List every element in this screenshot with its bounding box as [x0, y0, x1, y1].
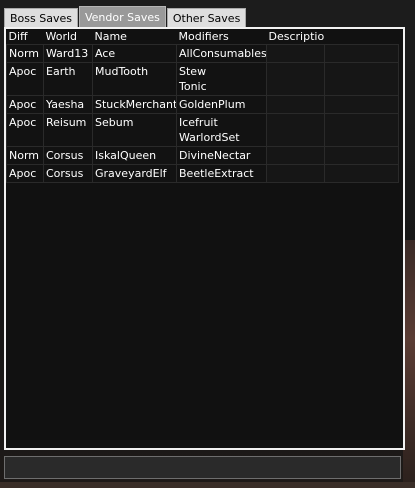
cell-filler [324, 164, 399, 183]
tab-boss-saves[interactable]: Boss Saves [4, 8, 78, 28]
modifier-text: GoldenPlum [179, 98, 246, 111]
modifier-text: WarlordSet [179, 131, 240, 144]
table-row[interactable]: Norm Ward13 Ace AllConsumables [6, 44, 399, 63]
table-header-row: Diff World Name Modifiers Description [7, 29, 399, 45]
tab-other-saves[interactable]: Other Saves [166, 8, 247, 28]
table-row[interactable]: Apoc Reisum Sebum Icefruit WarlordSet [6, 113, 399, 147]
cell-modifiers: Stew Tonic [176, 62, 267, 96]
column-header-diff[interactable]: Diff [7, 29, 44, 45]
cell-diff: Apoc [6, 164, 44, 183]
cell-modifiers: AllConsumables [176, 44, 267, 63]
saves-panel: Diff World Name Modifiers Description No… [4, 27, 405, 450]
cell-name: StuckMerchant [92, 95, 177, 114]
cell-filler [324, 62, 399, 96]
modifier-text: Icefruit [179, 116, 218, 129]
column-header-description[interactable]: Description [267, 29, 325, 45]
modifier-text: Stew [179, 65, 207, 78]
cell-diff: Norm [6, 146, 44, 165]
cell-world: Earth [43, 62, 93, 96]
cell-filler [324, 146, 399, 165]
cell-world: Corsus [43, 146, 93, 165]
column-header-world[interactable]: World [44, 29, 93, 45]
cell-description [266, 62, 325, 96]
column-header-filler [325, 29, 399, 45]
cell-diff: Apoc [6, 113, 44, 147]
cell-modifiers: BeetleExtract [176, 164, 267, 183]
cell-name: GraveyardElf [92, 164, 177, 183]
table-row[interactable]: Apoc Corsus GraveyardElf BeetleExtract [6, 164, 399, 183]
cell-modifiers: Icefruit WarlordSet [176, 113, 267, 147]
cell-world: Corsus [43, 164, 93, 183]
cell-name: Ace [92, 44, 177, 63]
column-header-name[interactable]: Name [93, 29, 177, 45]
cell-diff: Apoc [6, 62, 44, 96]
footer-input[interactable] [4, 456, 401, 479]
cell-filler [324, 113, 399, 147]
modifier-text: DivineNectar [179, 149, 251, 162]
cell-world: Reisum [43, 113, 93, 147]
modifier-text: Tonic [179, 80, 207, 93]
modifier-text: AllConsumables [179, 47, 267, 60]
cell-diff: Norm [6, 44, 44, 63]
cell-description [266, 113, 325, 147]
tab-vendor-saves[interactable]: Vendor Saves [78, 6, 166, 28]
background-art-bottom [0, 482, 415, 488]
cell-world: Yaesha [43, 95, 93, 114]
cell-description [266, 164, 325, 183]
cell-description [266, 95, 325, 114]
cell-diff: Apoc [6, 95, 44, 114]
cell-world: Ward13 [43, 44, 93, 63]
table-row[interactable]: Apoc Earth MudTooth Stew Tonic [6, 62, 399, 96]
modifier-text: BeetleExtract [179, 167, 254, 180]
cell-name: IskalQueen [92, 146, 177, 165]
cell-name: MudTooth [92, 62, 177, 96]
cell-filler [324, 44, 399, 63]
cell-filler [324, 95, 399, 114]
cell-description [266, 146, 325, 165]
cell-modifiers: GoldenPlum [176, 95, 267, 114]
saves-table: Diff World Name Modifiers Description No… [6, 29, 399, 183]
cell-name: Sebum [92, 113, 177, 147]
cell-modifiers: DivineNectar [176, 146, 267, 165]
table-row[interactable]: Norm Corsus IskalQueen DivineNectar [6, 146, 399, 165]
tab-bar: Boss Saves Vendor Saves Other Saves [4, 6, 247, 28]
cell-description [266, 44, 325, 63]
table-row[interactable]: Apoc Yaesha StuckMerchant GoldenPlum [6, 95, 399, 114]
app-window: Boss Saves Vendor Saves Other Saves Diff… [0, 0, 415, 488]
column-header-modifiers[interactable]: Modifiers [177, 29, 267, 45]
